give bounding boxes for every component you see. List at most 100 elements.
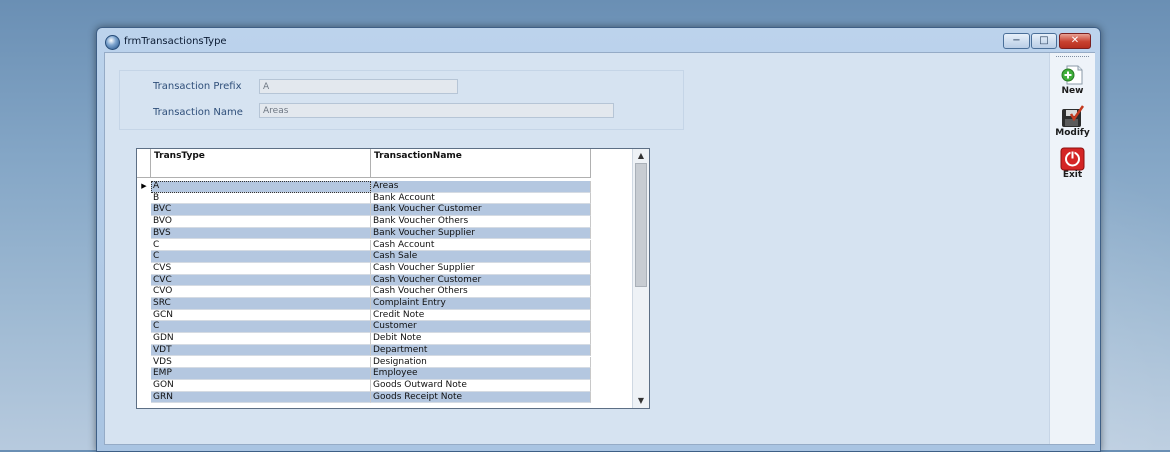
cell-transtype[interactable]: C [151, 239, 371, 252]
new-button[interactable]: New [1050, 63, 1095, 99]
row-selector[interactable] [137, 309, 151, 322]
table-row[interactable]: C Cash Sale [137, 251, 591, 263]
cell-transactionname[interactable]: Bank Account [371, 192, 591, 205]
row-selector[interactable] [137, 391, 151, 404]
row-selector[interactable] [137, 227, 151, 240]
scroll-thumb[interactable] [635, 163, 647, 287]
row-selector[interactable] [137, 344, 151, 357]
cell-transtype[interactable]: GDN [151, 333, 371, 345]
row-selector[interactable] [137, 204, 151, 217]
row-selector[interactable] [137, 298, 151, 310]
transaction-prefix-field[interactable]: A [259, 79, 458, 94]
cell-transactionname[interactable]: Goods Receipt Note [371, 391, 591, 404]
table-row[interactable]: EMP Employee [137, 368, 591, 380]
column-header-transactionname[interactable]: TransactionName [371, 149, 591, 178]
row-selector[interactable] [137, 192, 151, 205]
side-toolbar: New Modify Exit [1049, 53, 1095, 444]
grid-corner [137, 149, 151, 178]
app-window: frmTransactionsType − □ ✕ Transaction Pr… [96, 27, 1101, 452]
cell-transtype[interactable]: VDS [151, 356, 371, 369]
row-selector[interactable] [137, 239, 151, 252]
cell-transactionname[interactable]: Cash Sale [371, 251, 591, 263]
cell-transactionname[interactable]: Debit Note [371, 333, 591, 345]
cell-transtype[interactable]: BVO [151, 216, 371, 228]
row-selector[interactable] [137, 333, 151, 345]
cell-transtype[interactable]: EMP [151, 368, 371, 380]
modify-button[interactable]: Modify [1050, 105, 1095, 141]
table-row[interactable]: C Cash Account [137, 239, 591, 252]
column-header-transtype[interactable]: TransType [151, 149, 371, 178]
vertical-scrollbar[interactable]: ▲ ▼ [632, 149, 649, 408]
cell-transactionname[interactable]: Designation [371, 356, 591, 369]
table-row[interactable]: CVS Cash Voucher Supplier [137, 262, 591, 275]
cell-transtype[interactable]: A [151, 181, 371, 193]
table-row[interactable]: CVO Cash Voucher Others [137, 286, 591, 298]
table-row[interactable]: CVC Cash Voucher Customer [137, 274, 591, 287]
cell-transactionname[interactable]: Cash Voucher Supplier [371, 262, 591, 275]
table-row[interactable]: GON Goods Outward Note [137, 379, 591, 392]
row-selector[interactable] [137, 356, 151, 369]
transaction-prefix-label: Transaction Prefix [153, 81, 242, 92]
table-row[interactable]: BVO Bank Voucher Others [137, 216, 591, 228]
transactions-grid[interactable]: TransType TransactionName ▶ A Areas B Bank A… [136, 148, 650, 409]
cell-transactionname[interactable]: Department [371, 344, 591, 357]
cell-transtype[interactable]: C [151, 321, 371, 334]
cell-transactionname[interactable]: Areas [371, 181, 591, 193]
table-row[interactable]: VDS Designation [137, 356, 591, 369]
cell-transactionname[interactable]: Credit Note [371, 309, 591, 322]
cell-transactionname[interactable]: Customer [371, 321, 591, 334]
table-row[interactable]: SRC Complaint Entry [137, 298, 591, 310]
table-row[interactable]: B Bank Account [137, 192, 591, 205]
minimize-icon: − [1012, 35, 1021, 46]
cell-transactionname[interactable]: Bank Voucher Others [371, 216, 591, 228]
exit-button[interactable]: Exit [1050, 147, 1095, 183]
cell-transactionname[interactable]: Cash Voucher Customer [371, 274, 591, 287]
table-row[interactable]: GDN Debit Note [137, 333, 591, 345]
cell-transactionname[interactable]: Cash Voucher Others [371, 286, 591, 298]
row-selector[interactable] [137, 321, 151, 334]
row-selector[interactable] [137, 286, 151, 298]
table-row[interactable]: ▶ A Areas [137, 181, 591, 193]
table-row[interactable]: C Customer [137, 321, 591, 334]
cell-transactionname[interactable]: Employee [371, 368, 591, 380]
table-row[interactable]: GCN Credit Note [137, 309, 591, 322]
cell-transtype[interactable]: CVC [151, 274, 371, 287]
row-selector[interactable] [137, 262, 151, 275]
scroll-down-icon[interactable]: ▼ [633, 394, 649, 408]
row-selector[interactable] [137, 368, 151, 380]
toolbar-grip [1056, 56, 1089, 59]
cell-transactionname[interactable]: Complaint Entry [371, 298, 591, 310]
table-row[interactable]: BVC Bank Voucher Customer [137, 204, 591, 217]
cell-transtype[interactable]: C [151, 251, 371, 263]
minimize-button[interactable]: − [1003, 33, 1030, 49]
scroll-up-icon[interactable]: ▲ [633, 149, 649, 163]
cell-transtype[interactable]: CVO [151, 286, 371, 298]
row-selector[interactable] [137, 251, 151, 263]
table-row[interactable]: GRN Goods Receipt Note [137, 391, 591, 404]
row-selector[interactable] [137, 379, 151, 392]
cell-transtype[interactable]: B [151, 192, 371, 205]
cell-transactionname[interactable]: Bank Voucher Supplier [371, 227, 591, 240]
maximize-button[interactable]: □ [1031, 33, 1057, 49]
cell-transactionname[interactable]: Goods Outward Note [371, 379, 591, 392]
table-row[interactable]: VDT Department [137, 344, 591, 357]
cell-transactionname[interactable]: Cash Account [371, 239, 591, 252]
cell-transtype[interactable]: VDT [151, 344, 371, 357]
modify-label: Modify [1055, 128, 1090, 138]
cell-transtype[interactable]: CVS [151, 262, 371, 275]
cell-transtype[interactable]: GRN [151, 391, 371, 404]
close-button[interactable]: ✕ [1059, 33, 1091, 49]
cell-transtype[interactable]: GON [151, 379, 371, 392]
cell-transactionname[interactable]: Bank Voucher Customer [371, 204, 591, 217]
transaction-name-field[interactable]: Areas [259, 103, 614, 118]
cell-transtype[interactable]: SRC [151, 298, 371, 310]
cell-transtype[interactable]: BVC [151, 204, 371, 217]
cell-transtype[interactable]: GCN [151, 309, 371, 322]
row-selector-arrow-icon[interactable]: ▶ [137, 181, 151, 193]
table-row[interactable]: BVS Bank Voucher Supplier [137, 227, 591, 240]
row-selector[interactable] [137, 216, 151, 228]
exit-label: Exit [1062, 170, 1083, 180]
cell-transtype[interactable]: BVS [151, 227, 371, 240]
row-selector[interactable] [137, 274, 151, 287]
title-bar[interactable]: frmTransactionsType − □ ✕ [97, 28, 1100, 54]
